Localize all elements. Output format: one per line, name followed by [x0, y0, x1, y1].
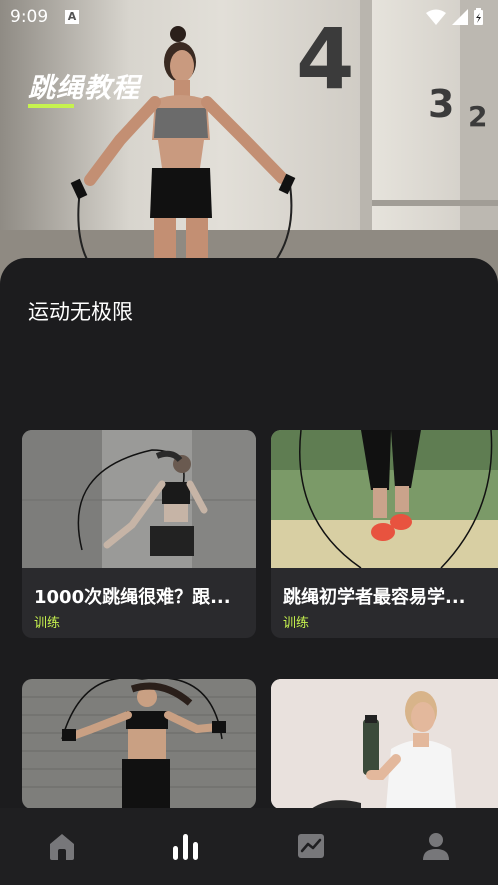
course-thumbnail [22, 679, 256, 809]
nav-item-exercise[interactable] [166, 830, 206, 862]
status-time: 9:09 [10, 7, 49, 27]
hero-banner: 4 3 2 跳绳教程 [0, 0, 498, 290]
bottom-nav [0, 808, 498, 885]
course-thumbnail [271, 679, 498, 809]
course-title: 1000次跳绳很难？跟... [34, 587, 231, 608]
course-card[interactable]: 跳绳初学者最容易学... 训练 [271, 430, 498, 638]
home-icon [50, 834, 74, 860]
course-card[interactable]: 1000次跳绳很难？跟... 训练 [22, 430, 256, 638]
signal-icon [452, 9, 468, 25]
course-card[interactable] [271, 679, 498, 809]
wifi-icon [426, 9, 446, 25]
a-icon: A [65, 10, 79, 24]
profile-icon [423, 833, 449, 860]
hero-athlete-image [70, 26, 296, 290]
course-tag: 训练 [34, 616, 61, 631]
course-thumbnail [271, 430, 498, 568]
course-tag: 训练 [283, 616, 310, 631]
course-title: 跳绳初学者最容易学... [283, 587, 466, 608]
app-screen: 4 3 2 跳绳教程 9:09 A 运动无极限 1000次跳绳很难？跟... 训… [0, 0, 498, 885]
course-card[interactable] [22, 679, 256, 809]
system-status-icons [426, 8, 483, 25]
course-thumbnail [22, 430, 256, 568]
section-subtitle: 运动无极限 [28, 300, 133, 324]
page-title: 跳绳教程 [28, 73, 140, 104]
nav-item-statistics[interactable] [291, 830, 331, 862]
title-underline [28, 104, 74, 108]
trend-chart-icon [298, 834, 324, 858]
nav-item-profile[interactable] [416, 830, 456, 862]
status-bar: 9:09 A [0, 0, 498, 34]
bar-chart-icon [173, 834, 198, 860]
content-sheet: 运动无极限 1000次跳绳很难？跟... 训练 跳绳初学者最容易学... 训练 [0, 258, 498, 885]
nav-item-home[interactable] [42, 830, 82, 862]
